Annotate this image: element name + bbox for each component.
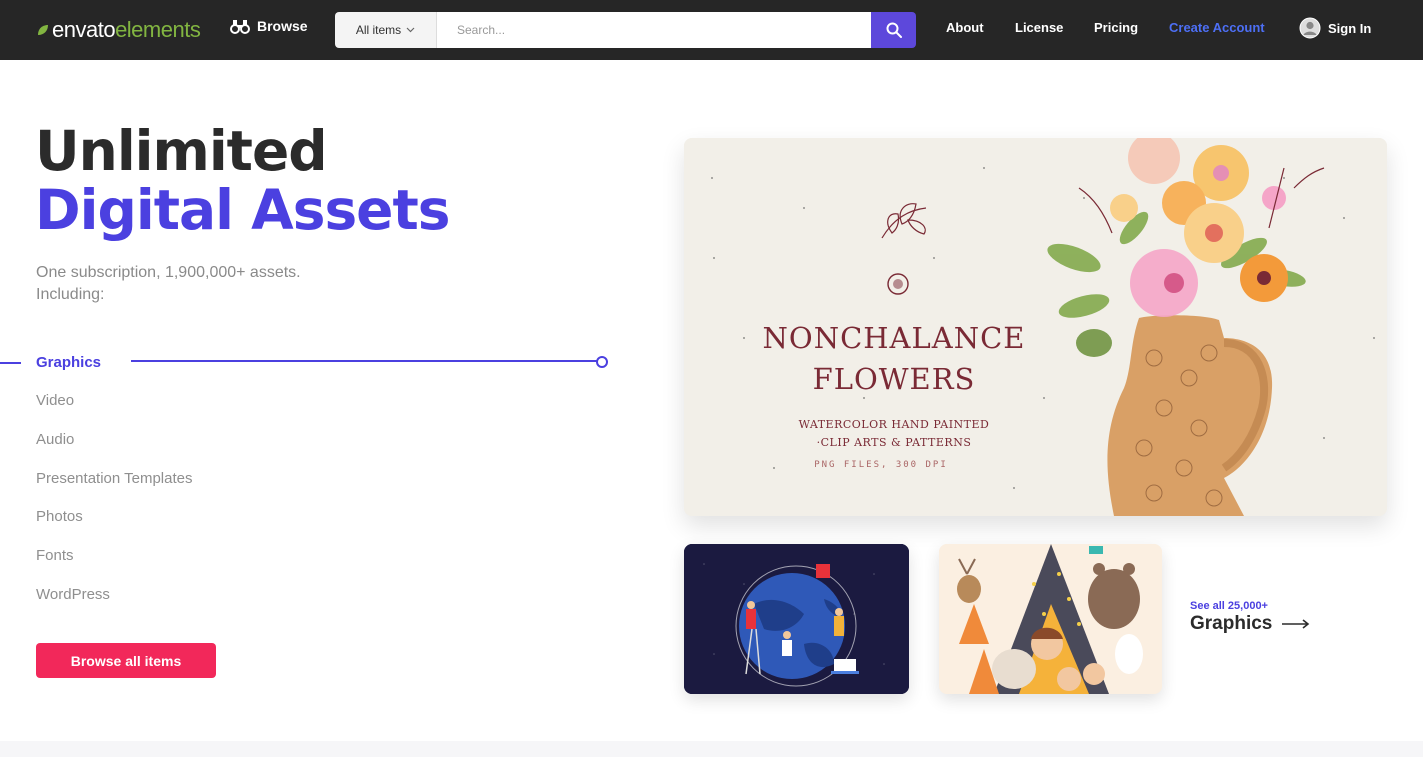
sign-in-label: Sign In	[1328, 20, 1372, 36]
nav-create-account[interactable]: Create Account	[1169, 20, 1265, 35]
hero-title-line1: Unlimited	[35, 119, 328, 183]
featured-desc-line3: PNG FILES, 300 DPI	[814, 460, 948, 470]
featured-title-line2: FLOWERS	[812, 362, 976, 396]
see-all-graphics-link[interactable]: See all 25,000+ Graphics	[1190, 600, 1310, 635]
leaf-icon	[38, 25, 48, 35]
logo-text-elements: elements	[115, 17, 201, 42]
graphics-thumbnail-globe[interactable]	[684, 544, 909, 694]
category-graphics[interactable]: Graphics	[36, 354, 101, 371]
nav-license[interactable]: License	[1015, 20, 1063, 35]
category-wordpress[interactable]: WordPress	[36, 586, 110, 603]
category-presentation-templates[interactable]: Presentation Templates	[36, 470, 192, 487]
nav-about[interactable]: About	[946, 20, 984, 35]
sign-in-button[interactable]: Sign In	[1299, 17, 1371, 39]
browse-label: Browse	[257, 18, 308, 34]
hero-title-line2: Digital Assets	[35, 178, 451, 242]
search-icon	[886, 22, 902, 38]
browse-button[interactable]: Browse	[230, 18, 308, 34]
featured-title-line1: NONCHALANCE	[762, 321, 1026, 355]
browse-all-items-button[interactable]: Browse all items	[36, 643, 216, 678]
see-all-category: Graphics	[1190, 613, 1310, 635]
envato-logo[interactable]: envato elements	[36, 16, 201, 44]
globe-illustration	[684, 544, 909, 694]
selection-line-left	[0, 362, 21, 364]
search-input[interactable]	[437, 12, 871, 48]
search-category-label: All items	[355, 23, 402, 37]
user-avatar-icon	[1299, 17, 1321, 39]
search-button[interactable]	[871, 12, 916, 48]
category-video[interactable]: Video	[36, 392, 74, 409]
featured-item-card[interactable]: NONCHALANCE FLOWERS WATERCOLOR HAND PAIN…	[684, 138, 1387, 516]
selection-line-right	[131, 360, 597, 362]
search-bar: All items	[335, 12, 916, 48]
category-photos[interactable]: Photos	[36, 508, 83, 525]
hero-subtitle: One subscription, 1,900,000+ assets. Inc…	[36, 262, 301, 306]
hero-subtitle-line1: One subscription, 1,900,000+ assets.	[36, 264, 301, 281]
arrow-right-icon	[1282, 619, 1310, 629]
category-audio[interactable]: Audio	[36, 431, 74, 448]
selection-dot	[596, 356, 608, 368]
bottom-band	[0, 741, 1423, 757]
chevron-down-icon	[406, 27, 415, 33]
hero-subtitle-line2: Including:	[36, 286, 105, 303]
see-all-category-label: Graphics	[1190, 613, 1273, 634]
featured-desc-line2: ·CLIP ARTS & PATTERNS	[816, 436, 972, 449]
animals-illustration	[939, 544, 1162, 694]
search-category-select[interactable]: All items	[335, 12, 437, 48]
see-all-count: See all 25,000+	[1190, 600, 1268, 612]
graphics-thumbnail-animals[interactable]	[939, 544, 1162, 694]
featured-desc-line1: WATERCOLOR HAND PAINTED	[798, 418, 990, 431]
category-fonts[interactable]: Fonts	[36, 547, 74, 564]
nav-pricing[interactable]: Pricing	[1094, 20, 1138, 35]
logo-text-envato: envato	[52, 17, 116, 42]
top-bar: envatoelements Browse All items About Li…	[0, 0, 1423, 60]
binoculars-icon	[230, 20, 250, 34]
